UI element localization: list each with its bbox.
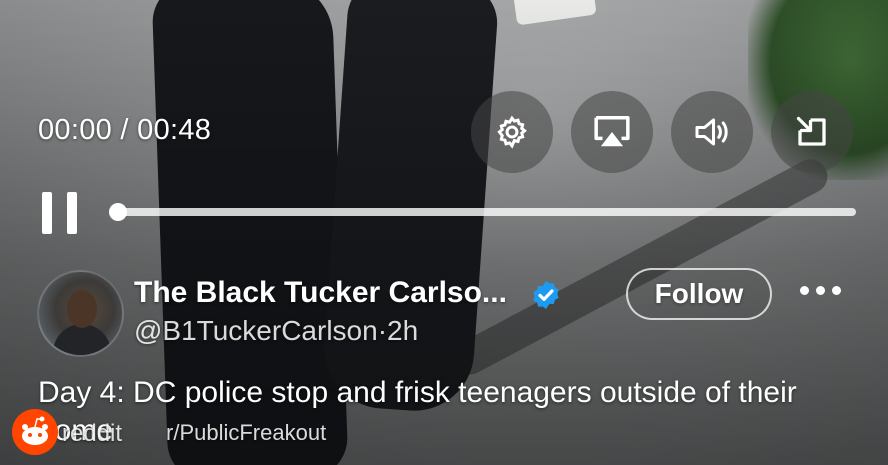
reddit-logo-icon (12, 409, 58, 455)
more-options-button[interactable] (800, 286, 841, 295)
settings-button[interactable] (471, 91, 553, 173)
pause-icon-bar-right (67, 192, 77, 234)
volume-button[interactable] (671, 91, 753, 173)
post-age: 2h (387, 315, 419, 346)
user-handle[interactable]: @B1TuckerCarlson (134, 315, 378, 346)
separator-dot: · (377, 315, 388, 346)
subreddit-label: r/PublicFreakout (166, 420, 327, 445)
post-text: Day 4: DC police stop and frisk teenager… (38, 376, 797, 447)
handle-row: @B1TuckerCarlson·2h (134, 315, 418, 347)
time-display: 00:00 / 00:48 (38, 114, 212, 146)
verified-badge-icon (533, 281, 559, 309)
more-dot-icon (832, 286, 841, 295)
more-dot-icon (816, 286, 825, 295)
progress-scrubber[interactable] (109, 203, 127, 221)
avatar[interactable] (37, 270, 124, 357)
pause-button[interactable] (40, 192, 80, 234)
more-dot-icon (800, 286, 809, 295)
exit-fullscreen-button[interactable] (771, 91, 853, 173)
exit-fullscreen-icon (796, 116, 826, 146)
follow-button[interactable]: Follow (626, 268, 772, 320)
airplay-icon (594, 116, 630, 147)
volume-icon (695, 118, 728, 146)
airplay-button[interactable] (571, 91, 653, 173)
display-name[interactable]: The Black Tucker Carlso... (134, 276, 507, 310)
settings-gear-icon (497, 115, 527, 149)
pause-icon-bar-left (42, 192, 52, 234)
progress-track[interactable] (118, 208, 856, 216)
reddit-wordmark: reddit (62, 420, 123, 447)
